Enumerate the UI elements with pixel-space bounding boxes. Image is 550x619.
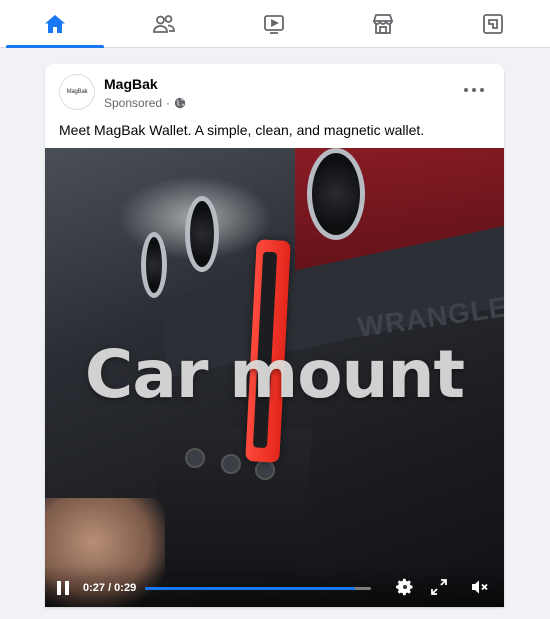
more-options-icon[interactable] — [464, 82, 484, 98]
avatar-logo-text: MagBak — [66, 89, 88, 95]
seek-bar-progress — [145, 587, 356, 590]
post-meta: Sponsored · — [104, 96, 186, 110]
video-player[interactable]: WRANGLER Car mount 0:27 / 0:29 — [45, 148, 504, 607]
seek-bar[interactable] — [145, 587, 371, 590]
page-avatar[interactable]: MagBak — [59, 74, 95, 110]
top-navigation — [0, 0, 550, 48]
console-knob — [221, 454, 241, 474]
video-time: 0:27 / 0:29 — [83, 582, 137, 594]
air-vent — [185, 196, 219, 272]
pause-icon[interactable] — [57, 581, 69, 595]
meta-separator: · — [166, 96, 171, 110]
watch-icon — [264, 15, 284, 34]
video-controls: 0:27 / 0:29 — [45, 565, 504, 607]
sponsored-label[interactable]: Sponsored — [104, 96, 162, 110]
post-text: Meet MagBak Wallet. A simple, clean, and… — [59, 122, 425, 138]
settings-icon[interactable] — [395, 577, 415, 597]
nav-friends[interactable] — [115, 0, 213, 48]
post-card: MagBak MagBak Sponsored · Meet MagBak Wa… — [45, 64, 504, 607]
friends-icon — [153, 15, 175, 33]
air-vent — [307, 148, 365, 240]
gaming-icon — [483, 14, 503, 34]
marketplace-icon — [372, 14, 394, 34]
fullscreen-icon[interactable] — [429, 577, 449, 597]
nav-home[interactable] — [6, 0, 104, 48]
nav-gaming[interactable] — [444, 0, 542, 48]
muted-icon[interactable] — [469, 577, 489, 597]
home-icon — [45, 15, 65, 33]
video-overlay-text: Car mount — [84, 336, 465, 413]
nav-watch[interactable] — [225, 0, 323, 48]
console-knob — [185, 448, 205, 468]
nav-marketplace[interactable] — [334, 0, 432, 48]
page-name[interactable]: MagBak — [104, 76, 158, 92]
air-vent — [141, 232, 167, 298]
console-knob — [255, 460, 275, 480]
globe-icon — [174, 97, 186, 109]
center-console — [147, 428, 313, 578]
